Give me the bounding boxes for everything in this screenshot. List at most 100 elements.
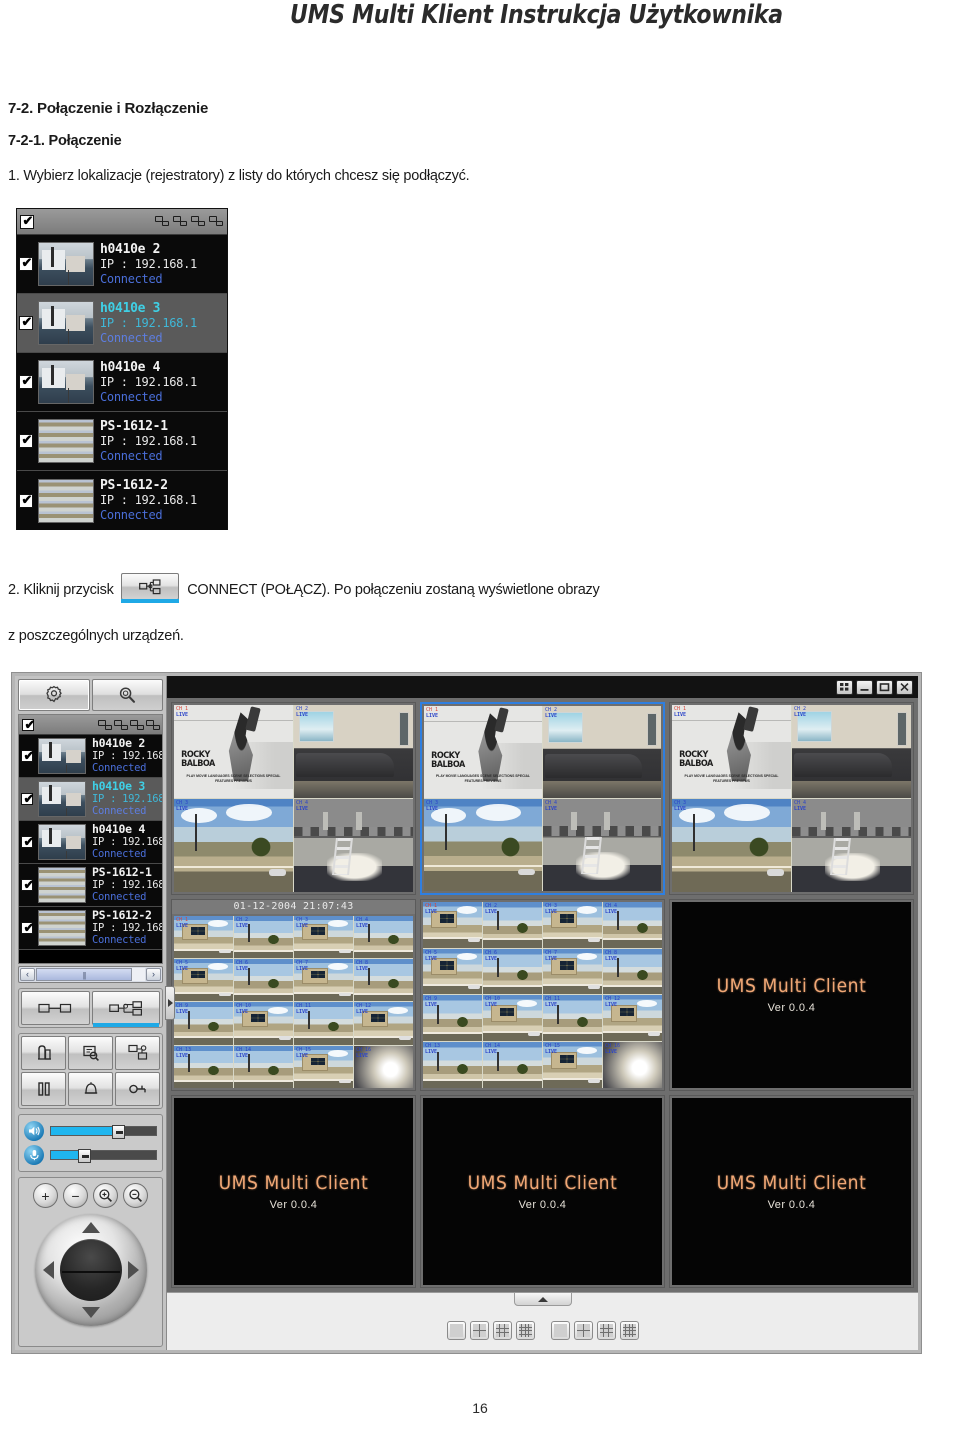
maximize-button[interactable] (876, 679, 893, 695)
device-checkbox[interactable] (21, 748, 36, 764)
select-all-checkbox[interactable] (20, 213, 35, 229)
video-panel-5[interactable]: CH 1 LIVE CH 2 LIVE CH 3 LIVE CH 4 LIVE CH 5 LIVE… (420, 898, 665, 1092)
connect-button-inline[interactable] (121, 573, 180, 603)
camera-cell[interactable]: CH 4 LIVE (543, 798, 661, 891)
device-checkbox[interactable] (19, 492, 34, 508)
site-add-icon[interactable] (114, 719, 128, 730)
ptz-key-button[interactable] (115, 1072, 160, 1106)
slider-track[interactable] (50, 1149, 157, 1163)
video-panel-4[interactable]: 01-12-2004 21:07:43 CH 1 LIVE CH 2 LIVE CH 3… (171, 898, 416, 1092)
site-add-icon[interactable] (173, 215, 188, 228)
camera-cell[interactable]: CH 5 LIVE (423, 948, 482, 995)
video-panel-2[interactable]: CH 1 LIVE ROCKY BALBOA PLAY MOVIE LANGUAGE… (420, 702, 665, 895)
camera-cell[interactable]: CH 11 LIVE (543, 995, 602, 1042)
app-device-list[interactable]: h0410e 2 IP : 192.168.1 Connected h0410e… (18, 714, 163, 964)
slider-handle[interactable] (78, 1149, 92, 1163)
list-item[interactable]: h0410e 3 IP : 192.168.1 Connected (19, 778, 162, 821)
pan-left-button[interactable] (42, 1261, 54, 1279)
slider-handle[interactable] (111, 1125, 125, 1139)
site-delete-icon[interactable] (130, 719, 144, 730)
focus-out-button[interactable]: − (63, 1183, 88, 1208)
camera-cell[interactable]: CH 4 LIVE (603, 901, 662, 948)
mic-slider[interactable] (24, 1143, 157, 1167)
alarm-button[interactable] (68, 1072, 113, 1106)
table-row[interactable]: PS-1612-1 IP : 192.168.1 Connected (17, 412, 227, 471)
camera-cell[interactable]: CH 9 LIVE (423, 995, 482, 1042)
device-checkbox[interactable] (19, 373, 34, 389)
camera-cell[interactable]: CH 14 LIVE (483, 1042, 542, 1089)
site-edit-icon[interactable] (209, 215, 224, 228)
camera-cell[interactable]: CH 12 LIVE (603, 995, 662, 1042)
device-checkbox[interactable] (19, 314, 34, 330)
site-delete-icon[interactable] (191, 215, 206, 228)
camera-cell[interactable]: CH 16 LIVE (603, 1042, 662, 1089)
device-checkbox[interactable] (19, 255, 34, 271)
pan-up-button[interactable] (81, 1222, 100, 1233)
table-row[interactable]: h0410e 2 IP : 192.168.1 Connected (17, 235, 227, 294)
table-row[interactable]: h0410e 3 IP : 192.168.1 Connected (17, 294, 227, 353)
camera-cell[interactable]: CH 13 LIVE (174, 1045, 233, 1089)
table-row[interactable]: PS-1612-2 IP : 192.168.1 Connected (17, 471, 227, 530)
remote-setup-button[interactable] (115, 1036, 160, 1070)
scrollbar-thumb[interactable] (36, 968, 132, 981)
scroll-left-button[interactable]: ‹ (20, 968, 35, 981)
camera-cell[interactable]: CH 4 LIVE (354, 915, 413, 959)
camera-cell[interactable]: CH 4 LIVE (294, 798, 413, 892)
camera-cell[interactable]: CH 3 LIVE (424, 798, 542, 891)
video-panel-7[interactable]: UMS Multi Client Ver 0.0.4 (171, 1095, 416, 1288)
camera-cell[interactable]: CH 9 LIVE (174, 1002, 233, 1045)
video-panel-1[interactable]: CH 1 LIVE ROCKY BALBOA PLAY MOVIE LANGUAGE… (171, 702, 416, 895)
camera-cell[interactable]: CH 6 LIVE (234, 959, 293, 1002)
video-panel-9[interactable]: UMS Multi Client Ver 0.0.4 (669, 1095, 914, 1288)
camera-cell[interactable]: CH 3 LIVE (672, 798, 791, 892)
pan-right-button[interactable] (127, 1261, 139, 1279)
layout-1x1-button[interactable] (446, 1321, 466, 1340)
camera-cell[interactable]: CH 8 LIVE (603, 948, 662, 995)
speaker-icon[interactable] (24, 1121, 44, 1141)
scroll-right-button[interactable]: › (146, 968, 161, 981)
site-edit-icon[interactable] (146, 719, 160, 730)
layout-3x3-alt-button[interactable] (596, 1321, 616, 1340)
tab-setup[interactable] (18, 679, 90, 711)
joystick-hub[interactable] (59, 1239, 122, 1301)
table-row[interactable]: h0410e 4 IP : 192.168.1 Connected (17, 353, 227, 412)
site-list-icon[interactable] (98, 719, 112, 730)
pause-button[interactable] (21, 1072, 66, 1106)
device-list-hscrollbar[interactable]: ‹ › (18, 966, 163, 983)
camera-cell[interactable]: CH 2 LIVE (294, 705, 413, 798)
camera-cell[interactable]: CH 2 LIVE (483, 901, 542, 948)
camera-cell[interactable]: CH 7 LIVE (294, 959, 353, 1002)
camera-cell[interactable]: CH 1 LIVE (423, 901, 482, 948)
toolbar-collapse-button[interactable] (513, 1292, 572, 1306)
camera-cell[interactable]: CH 16 LIVE (354, 1045, 413, 1089)
connect-button[interactable] (91, 991, 160, 1027)
layout-4x4-button[interactable] (515, 1321, 535, 1340)
camera-cell[interactable]: CH 11 LIVE (294, 1002, 353, 1045)
camera-cell[interactable]: CH 2 LIVE (543, 706, 661, 798)
disconnect-button[interactable] (21, 991, 90, 1025)
device-checkbox[interactable] (21, 834, 36, 850)
camera-cell[interactable]: CH 3 LIVE (543, 901, 602, 948)
camera-cell[interactable]: CH 1 LIVE ROCKY BALBOA PLAY MOVIE LANGUAGE… (174, 705, 293, 798)
close-button[interactable] (896, 679, 913, 695)
camera-cell[interactable]: CH 1 LIVE ROCKY BALBOA PLAY MOVIE LANGUAGE… (672, 705, 791, 798)
camera-cell[interactable]: CH 12 LIVE (354, 1002, 413, 1045)
camera-cell[interactable]: CH 1 LIVE ROCKY BALBOA PLAY MOVIE LANGUAGE… (424, 706, 542, 798)
device-checkbox[interactable] (21, 877, 36, 893)
list-item[interactable]: PS-1612-1 IP : 192.168.1 Connected (19, 864, 162, 907)
device-checkbox[interactable] (19, 432, 34, 448)
list-item[interactable]: PS-1612-2 IP : 192.168.1 Connected (19, 907, 162, 950)
camera-cell[interactable]: CH 13 LIVE (423, 1042, 482, 1089)
video-panel-3[interactable]: CH 1 LIVE ROCKY BALBOA PLAY MOVIE LANGUAGE… (669, 702, 914, 895)
camera-cell[interactable]: CH 14 LIVE (234, 1045, 293, 1089)
camera-cell[interactable]: CH 4 LIVE (792, 798, 911, 892)
device-checkbox[interactable] (21, 920, 36, 936)
camera-cell[interactable]: CH 10 LIVE (483, 995, 542, 1042)
camera-cell[interactable]: CH 10 LIVE (234, 1002, 293, 1045)
volume-slider[interactable] (24, 1119, 157, 1143)
camera-cell[interactable]: CH 8 LIVE (354, 959, 413, 1002)
camera-cell[interactable]: CH 6 LIVE (483, 948, 542, 995)
layout-1x1-alt-button[interactable] (550, 1321, 570, 1340)
scrollbar-track[interactable] (36, 968, 145, 981)
camera-cell[interactable]: CH 2 LIVE (234, 915, 293, 959)
